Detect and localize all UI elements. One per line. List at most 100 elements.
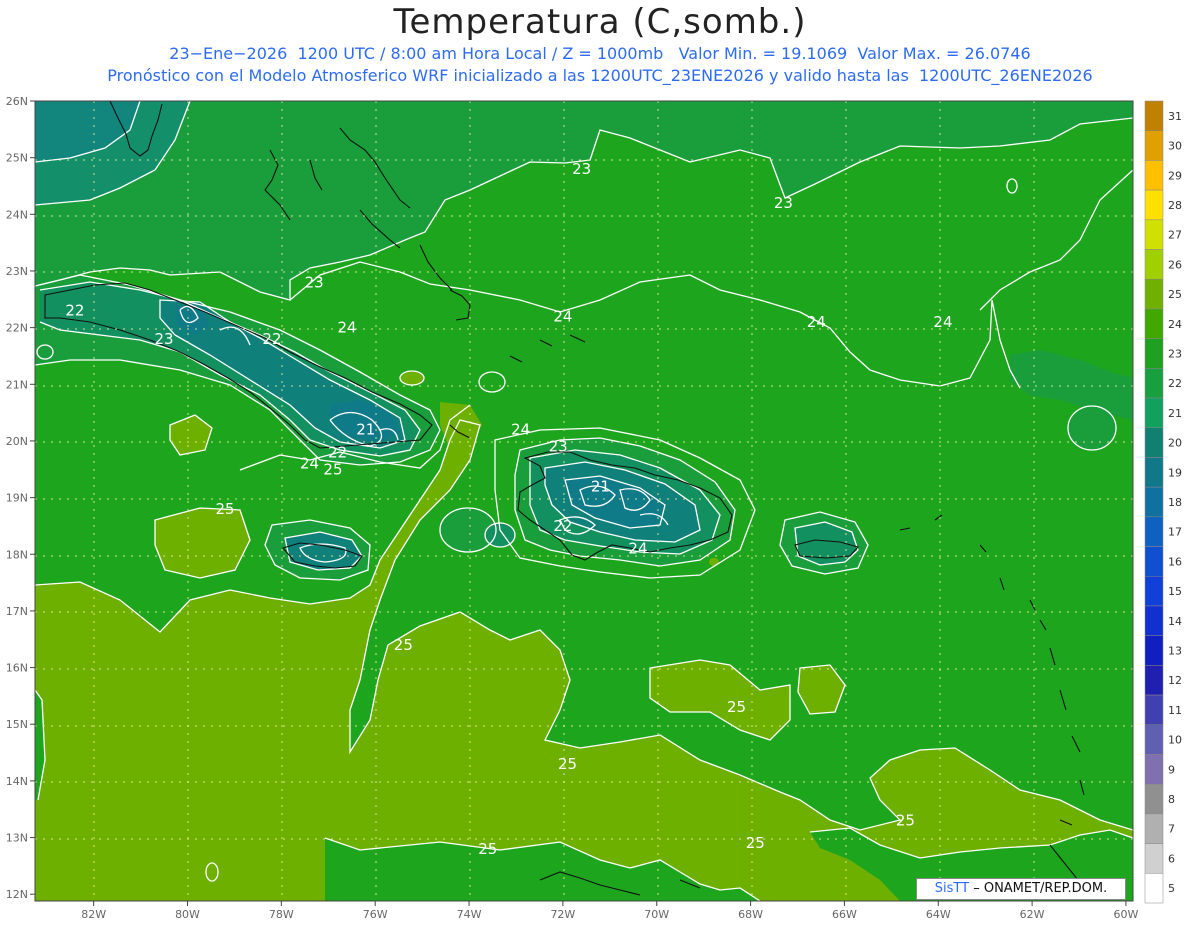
colorbar-label: 18: [1168, 496, 1182, 509]
lat-tick-label: 12N: [6, 888, 28, 901]
colorbar-swatch: [1144, 665, 1164, 696]
lat-tick-label: 21N: [6, 378, 28, 391]
colorbar-label: 8: [1168, 793, 1175, 806]
colorbar-label: 17: [1168, 526, 1182, 539]
contour-label: 24: [933, 313, 952, 331]
lat-tick-label: 23N: [6, 265, 28, 278]
contour-label: 24: [511, 421, 530, 439]
lat-tick-label: 13N: [6, 832, 28, 845]
colorbar-swatch: [1144, 338, 1164, 369]
colorbar-label: 26: [1168, 258, 1182, 271]
colorbar-swatch: [1144, 278, 1164, 310]
colorbar-label: 23: [1168, 347, 1182, 360]
lon-tick-label: 68W: [738, 908, 763, 921]
contour-label: 25: [215, 500, 234, 518]
colorbar-swatch: [1144, 546, 1164, 577]
colorbar-swatch: [1144, 100, 1164, 131]
colorbar-label: 10: [1168, 734, 1182, 747]
colorbar-label: 13: [1168, 645, 1182, 658]
contour-label: 23: [572, 160, 591, 178]
colorbar-swatch: [1144, 368, 1164, 399]
contour-label: 25: [746, 834, 765, 852]
colorbar-swatch: [1144, 219, 1164, 250]
colorbar-label: 31: [1168, 110, 1182, 123]
colorbar-label: 22: [1168, 377, 1182, 390]
colorbar-swatch: [1144, 249, 1164, 280]
lon-tick-label: 64W: [926, 908, 951, 921]
contour-label: 22: [553, 517, 572, 535]
contour-label: 23: [774, 194, 793, 212]
colorbar-label: 14: [1168, 615, 1182, 628]
colorbar-swatch: [1144, 843, 1164, 874]
colorbar-label: 27: [1168, 229, 1182, 242]
colorbar-label: 7: [1168, 823, 1175, 836]
colorbar-swatch: [1144, 427, 1164, 458]
contour-label: 25: [558, 755, 577, 773]
colorbar-label: 5: [1168, 882, 1175, 895]
contour-label: 25: [323, 460, 342, 478]
longitude-axis: 82W 80W 78W 76W 74W 72W 70W 68W 66W 64W 62W 60W: [81, 901, 1139, 921]
colorbar-swatch: [1144, 516, 1164, 547]
colorbar-label: 24: [1168, 318, 1182, 331]
contour-label: 22: [65, 302, 84, 320]
contour-label: 21: [591, 477, 610, 495]
colorbar-swatch: [1144, 130, 1164, 161]
colorbar-swatch: [1144, 397, 1164, 428]
contour-label: 25: [394, 636, 413, 654]
colorbar-swatch: [1144, 457, 1164, 488]
colorbar-label: 16: [1168, 555, 1182, 568]
lat-tick-label: 20N: [6, 435, 28, 448]
contour-label: 23: [549, 438, 568, 456]
contour-label: 24: [337, 319, 356, 337]
contour-label: 24: [628, 540, 647, 558]
colorbar-label: 20: [1168, 437, 1182, 450]
contour-label: 23: [154, 330, 173, 348]
contour-label: 25: [896, 812, 915, 830]
contour-label: 24: [807, 313, 826, 331]
colorbar-swatch: [1144, 873, 1164, 904]
lat-tick-label: 24N: [6, 208, 28, 221]
model-info-line: Pronóstico con el Modelo Atmosferico WRF…: [107, 66, 1093, 85]
colorbar-swatch: [1144, 694, 1164, 726]
lat-tick-label: 18N: [6, 548, 28, 561]
forecast-time-line: 23−Ene−2026 1200 UTC / 8:00 am Hora Loca…: [169, 44, 1031, 63]
colorbar-label: 28: [1168, 199, 1182, 212]
colorbar-label: 6: [1168, 852, 1175, 865]
lon-tick-label: 78W: [269, 908, 294, 921]
lon-tick-label: 60W: [1114, 908, 1139, 921]
credit-box: SisTT – ONAMET/REP.DOM.: [916, 878, 1126, 900]
lat-tick-label: 19N: [6, 492, 28, 505]
contour-label: 25: [478, 840, 497, 858]
contour-label: 24: [300, 455, 319, 473]
contour-label: 22: [328, 443, 347, 461]
colorbar-label: 12: [1168, 674, 1182, 687]
lon-tick-label: 72W: [550, 908, 575, 921]
contour-label: 24: [553, 307, 572, 325]
colorbar-label: 11: [1168, 704, 1182, 717]
colorbar-label: 21: [1168, 407, 1182, 420]
temperature-map: 2323232223 222424 24 242122242324 2525212224…: [6, 95, 1182, 921]
lat-tick-label: 25N: [6, 152, 28, 165]
colorbar-swatch: [1144, 605, 1164, 636]
colorbar-swatch: [1144, 160, 1164, 191]
colorbar-swatch: [1144, 813, 1164, 844]
lon-tick-label: 82W: [81, 908, 106, 921]
lon-tick-label: 74W: [457, 908, 482, 921]
lat-tick-label: 22N: [6, 322, 28, 335]
colorbar-swatch: [1144, 754, 1164, 785]
lat-tick-label: 26N: [6, 95, 28, 108]
colorbar-label: 15: [1168, 585, 1182, 598]
lat-tick-label: 16N: [6, 662, 28, 675]
colorbar-swatch: [1144, 308, 1164, 339]
colorbar-label: 25: [1168, 288, 1182, 301]
colorbar-label: 9: [1168, 763, 1175, 776]
colorbar-label: 29: [1168, 169, 1182, 182]
colorbar-swatch: [1144, 635, 1164, 666]
lon-tick-label: 66W: [832, 908, 857, 921]
colorbar-swatch: [1144, 486, 1164, 518]
credit-org: – ONAMET/REP.DOM.: [973, 881, 1108, 896]
colorbar-swatch: [1144, 189, 1164, 221]
lat-tick-label: 15N: [6, 718, 28, 731]
colorbar-swatch: [1144, 724, 1164, 755]
contour-label: 23: [305, 273, 324, 291]
